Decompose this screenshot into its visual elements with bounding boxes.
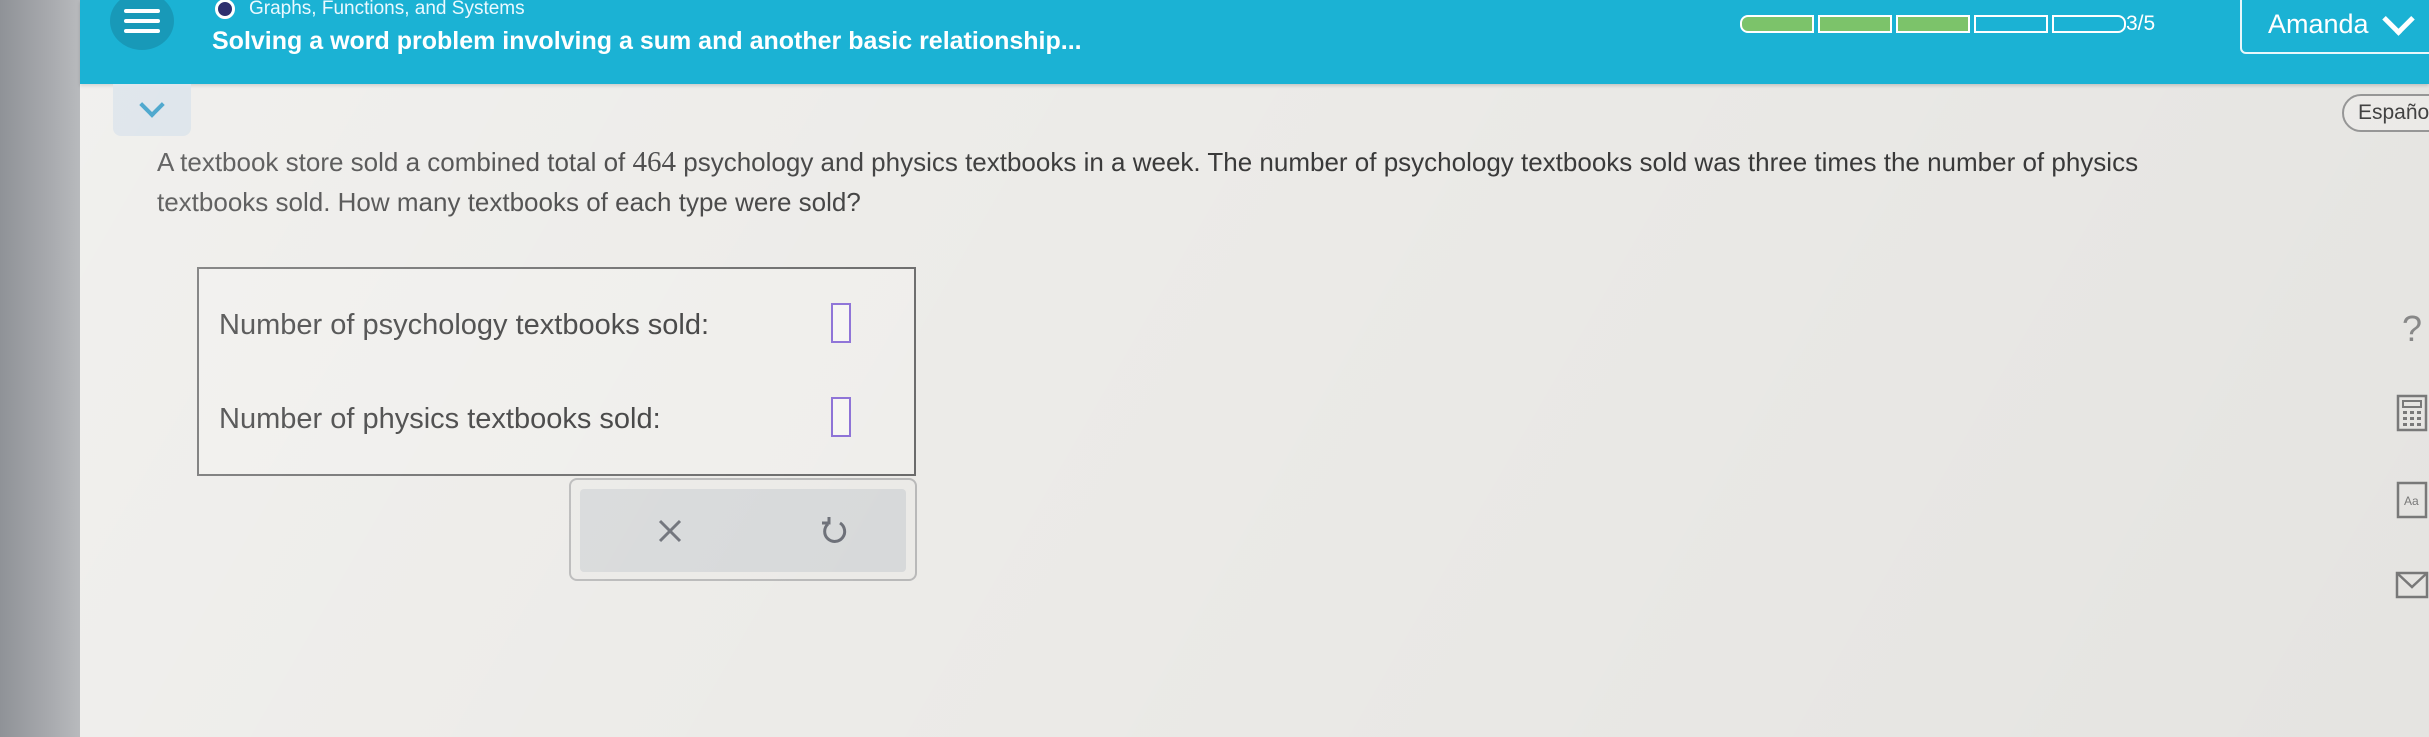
progress-count: 3/5: [2126, 12, 2156, 35]
svg-text:Aa: Aa: [2404, 494, 2419, 508]
clear-button[interactable]: [652, 513, 688, 549]
psychology-label: Number of psychology textbooks sold:: [219, 309, 710, 341]
progress-segment: [1974, 15, 2048, 33]
topic-dot-icon: [215, 0, 235, 19]
problem-text-before: A textbook store sold a combined total o…: [157, 147, 633, 177]
answer-box: Number of psychology textbooks sold: Num…: [197, 267, 916, 476]
topic-breadcrumb: Graphs, Functions, and Systems: [215, 0, 525, 20]
x-icon: [658, 519, 682, 543]
progress-bar: [1740, 15, 2130, 33]
answer-actions: [569, 478, 917, 581]
user-name: Amanda: [2268, 8, 2369, 39]
topic-label: Graphs, Functions, and Systems: [249, 0, 525, 19]
collapse-toggle-button[interactable]: [113, 84, 191, 136]
mail-button[interactable]: [2392, 565, 2429, 605]
physics-answer-input[interactable]: [831, 397, 851, 437]
hamburger-menu-icon: [124, 3, 160, 39]
psychology-answer-input[interactable]: [831, 303, 851, 343]
chevron-down-icon: [2381, 2, 2415, 36]
calculator-button[interactable]: [2392, 393, 2429, 433]
progress-segment: [2052, 15, 2126, 33]
monitor-bezel: [0, 0, 80, 737]
mail-icon: [2395, 571, 2429, 599]
actions-panel: [580, 489, 906, 572]
progress-segment: [1818, 15, 1892, 33]
undo-button[interactable]: [816, 513, 852, 549]
aa-dictionary-icon: Aa: [2396, 481, 2428, 519]
top-header: Graphs, Functions, and Systems Solving a…: [80, 0, 2429, 84]
question-mark-icon: ?: [2401, 308, 2423, 349]
lesson-title: Solving a word problem involving a sum a…: [212, 27, 1082, 55]
menu-button[interactable]: [110, 0, 174, 50]
language-toggle-button[interactable]: Españo: [2342, 94, 2429, 132]
progress-segment: [1740, 15, 1814, 33]
problem-total: 464: [632, 146, 677, 178]
undo-icon: [822, 517, 847, 543]
dictionary-button[interactable]: Aa: [2392, 480, 2429, 520]
physics-label: Number of physics textbooks sold:: [219, 403, 661, 435]
chevron-down-icon: [139, 92, 165, 118]
user-menu-button[interactable]: Amanda: [2240, 0, 2429, 54]
problem-statement: A textbook store sold a combined total o…: [157, 142, 2237, 222]
help-button[interactable]: ?: [2392, 308, 2429, 349]
progress-segment: [1896, 15, 1970, 33]
calculator-icon: [2396, 394, 2428, 432]
